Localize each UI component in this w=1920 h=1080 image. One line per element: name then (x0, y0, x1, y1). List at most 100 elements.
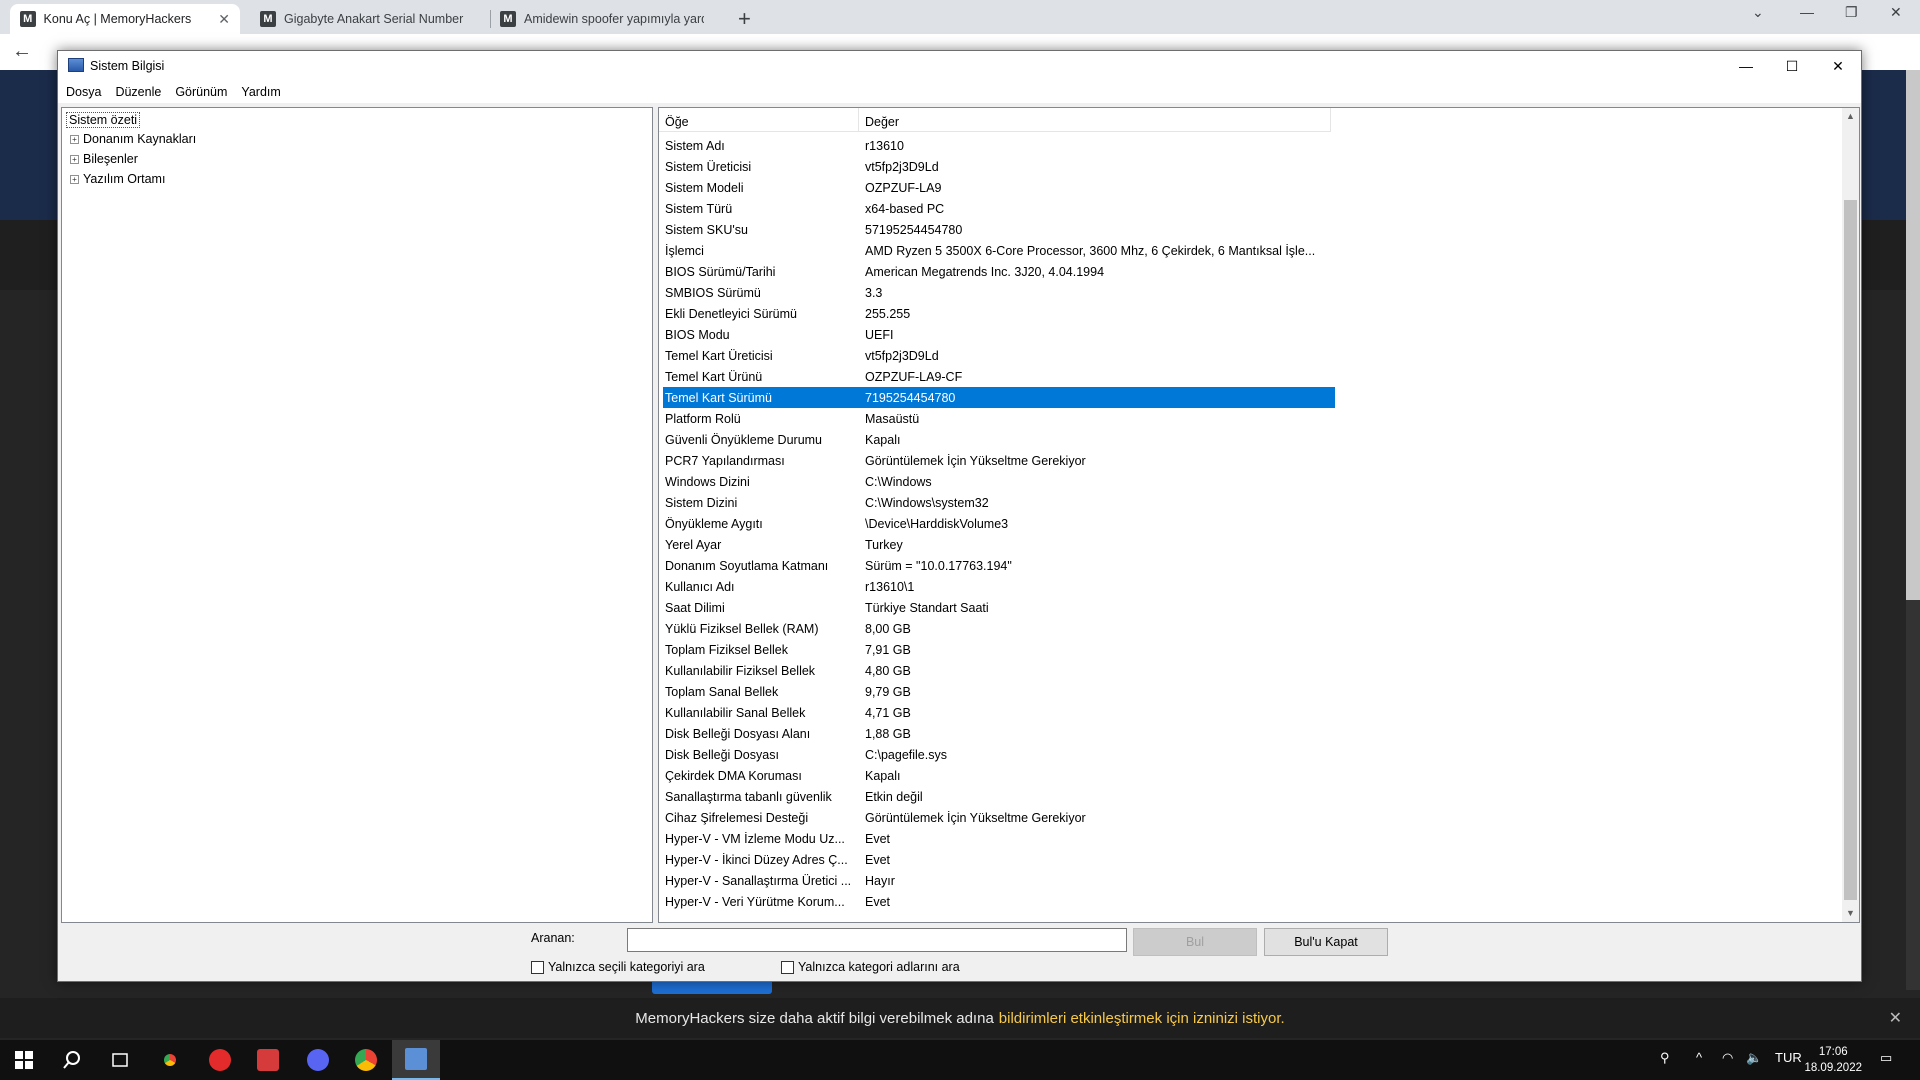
task-view-button[interactable] (96, 1040, 144, 1080)
scrollbar-thumb[interactable] (1844, 200, 1857, 900)
browser-minimize-icon[interactable]: — (1800, 4, 1814, 20)
table-row[interactable]: Yüklü Fiziksel Bellek (RAM) 8,00 GB (663, 618, 1335, 639)
table-row[interactable]: Toplam Sanal Bellek 9,79 GB (663, 681, 1335, 702)
table-row[interactable]: Çekirdek DMA Koruması Kapalı (663, 765, 1335, 786)
minimize-button[interactable]: — (1723, 51, 1769, 81)
table-row[interactable]: Temel Kart Ürünü OZPZUF-LA9-CF (663, 366, 1335, 387)
checkbox[interactable] (531, 960, 544, 974)
table-row[interactable]: Cihaz Şifrelemesi Desteği Görüntülemek İç… (663, 807, 1335, 828)
browser-tab-memoryhackers[interactable]: M Konu Aç | MemoryHackers ✕ (10, 4, 240, 34)
row-item-name: Ekli Denetleyici Sürümü (665, 306, 797, 321)
chrome-taskbar-button[interactable] (342, 1040, 390, 1080)
browser-close-icon[interactable]: ✕ (1890, 4, 1902, 21)
clock[interactable]: 17:06 18.09.2022 (1804, 1044, 1862, 1076)
list-scrollbar[interactable]: ▲ ▼ (1842, 108, 1859, 922)
list-rows: Sistem Adı r13610 Sistem Üreticisi vt5fp2j3… (663, 135, 1335, 912)
table-row[interactable]: Sanallaştırma tabanlı güvenlik Etkin deği… (663, 786, 1335, 807)
table-row[interactable]: Hyper-V - Sanallaştırma Üretici ... Hayır (663, 870, 1335, 891)
table-row[interactable]: Platform Rolü Masaüstü (663, 408, 1335, 429)
table-row[interactable]: İşlemci AMD Ryzen 5 3500X 6-Core Processo… (663, 240, 1335, 261)
close-tab-icon[interactable]: ✕ (218, 11, 230, 28)
menu-gorunum[interactable]: Görünüm (168, 85, 234, 99)
chrome-taskbar-button[interactable] (146, 1040, 194, 1080)
table-row[interactable]: Donanım Soyutlama Katmanı Sürüm = "10.0.1… (663, 555, 1335, 576)
tab-search-icon[interactable]: ⌄ (1752, 4, 1764, 21)
browser-tab-gigabyte[interactable]: M Gigabyte Anakart Serial Number (250, 4, 485, 34)
table-row[interactable]: Kullanılabilir Fiziksel Bellek 4,80 GB (663, 660, 1335, 681)
table-row[interactable]: Sistem Adı r13610 (663, 135, 1335, 156)
table-row[interactable]: Saat Dilimi Türkiye Standart Saati (663, 597, 1335, 618)
table-row[interactable]: Önyükleme Aygıtı \Device\HarddiskVolume3 (663, 513, 1335, 534)
chrome-icon (159, 1049, 181, 1071)
row-item-name: Sistem Modeli (665, 180, 744, 195)
app-taskbar-button[interactable] (244, 1040, 292, 1080)
only-selected-category-option[interactable]: Yalnızca seçili kategoriyi ara (531, 960, 705, 974)
notification-link[interactable]: bildirimleri etkinleştirmek için izniniz… (999, 1010, 1285, 1027)
expand-icon[interactable]: + (70, 155, 79, 165)
browser-restore-icon[interactable]: ❐ (1845, 4, 1858, 21)
table-row[interactable]: Hyper-V - Veri Yürütme Korum... Evet (663, 891, 1335, 912)
expand-icon[interactable]: + (70, 175, 79, 185)
table-row[interactable]: Hyper-V - VM İzleme Modu Uz... Evet (663, 828, 1335, 849)
table-row[interactable]: Yerel Ayar Turkey (663, 534, 1335, 555)
table-row[interactable]: SMBIOS Sürümü 3.3 (663, 282, 1335, 303)
notifications-icon[interactable]: ▭ (1880, 1050, 1892, 1066)
app-taskbar-button[interactable] (196, 1040, 244, 1080)
browser-tab-title: Gigabyte Anakart Serial Number (284, 12, 464, 26)
only-category-names-option[interactable]: Yalnızca kategori adlarını ara (781, 960, 960, 974)
tree-item-components[interactable]: + Bileşenler (70, 152, 138, 166)
close-find-button[interactable]: Bul'u Kapat (1264, 928, 1388, 956)
column-header-value[interactable]: Değer (859, 108, 1331, 131)
table-row[interactable]: Sistem Modeli OZPZUF-LA9 (663, 177, 1335, 198)
back-arrow-icon[interactable]: ← (12, 40, 32, 63)
close-icon[interactable]: ✕ (1889, 1008, 1902, 1028)
find-input[interactable] (627, 928, 1127, 952)
discord-taskbar-button[interactable] (294, 1040, 342, 1080)
wifi-icon[interactable]: ◠ (1722, 1050, 1733, 1066)
table-row[interactable]: Windows Dizini C:\Windows (663, 471, 1335, 492)
table-row[interactable]: Kullanılabilir Sanal Bellek 4,71 GB (663, 702, 1335, 723)
expand-icon[interactable]: + (70, 135, 79, 145)
menu-dosya[interactable]: Dosya (58, 85, 108, 99)
language-indicator[interactable]: TUR (1775, 1050, 1802, 1065)
table-row[interactable]: Sistem Dizini C:\Windows\system32 (663, 492, 1335, 513)
chevron-up-icon[interactable]: ^ (1696, 1050, 1702, 1065)
row-item-name: Temel Kart Üreticisi (665, 348, 773, 363)
close-button[interactable]: ✕ (1815, 51, 1861, 81)
tree-item-software-environment[interactable]: + Yazılım Ortamı (70, 172, 165, 186)
maximize-button[interactable]: ☐ (1769, 51, 1815, 81)
table-row[interactable]: PCR7 Yapılandırması Görüntülemek İçin Yük… (663, 450, 1335, 471)
new-tab-icon[interactable]: + (738, 6, 751, 32)
menu-duzenle[interactable]: Düzenle (108, 85, 168, 99)
tree-item-hardware-resources[interactable]: + Donanım Kaynakları (70, 132, 196, 146)
browser-tab-amidewin[interactable]: M Amidewin spoofer yapımıyla yard (490, 4, 725, 34)
page-scrollbar-thumb[interactable] (1906, 70, 1920, 600)
table-row[interactable]: Temel Kart Sürümü 7195254454780 (663, 387, 1335, 408)
tree-item-system-summary[interactable]: Sistem özeti (66, 112, 141, 128)
checkbox[interactable] (781, 960, 794, 974)
table-row[interactable]: Toplam Fiziksel Bellek 7,91 GB (663, 639, 1335, 660)
table-row[interactable]: Disk Belleği Dosyası Alanı 1,88 GB (663, 723, 1335, 744)
table-row[interactable]: Disk Belleği Dosyası C:\pagefile.sys (663, 744, 1335, 765)
table-row[interactable]: Sistem SKU'su 57195254454780 (663, 219, 1335, 240)
row-item-value: Evet (865, 894, 891, 909)
scroll-down-icon[interactable]: ▼ (1842, 905, 1859, 922)
table-row[interactable]: Temel Kart Üreticisi vt5fp2j3D9Ld (663, 345, 1335, 366)
table-row[interactable]: Güvenli Önyükleme Durumu Kapalı (663, 429, 1335, 450)
people-icon[interactable]: ⚲ (1660, 1050, 1670, 1066)
table-row[interactable]: Kullanıcı Adı r13610\1 (663, 576, 1335, 597)
table-row[interactable]: Ekli Denetleyici Sürümü 255.255 (663, 303, 1335, 324)
scroll-up-icon[interactable]: ▲ (1842, 108, 1859, 125)
system-info-taskbar-button[interactable] (392, 1040, 440, 1080)
table-row[interactable]: Sistem Türü x64-based PC (663, 198, 1335, 219)
search-button[interactable] (48, 1040, 96, 1080)
table-row[interactable]: BIOS Modu UEFI (663, 324, 1335, 345)
volume-icon[interactable]: 🔈 (1746, 1050, 1762, 1066)
column-header-item[interactable]: Öğe (659, 108, 859, 131)
table-row[interactable]: Sistem Üreticisi vt5fp2j3D9Ld (663, 156, 1335, 177)
table-row[interactable]: Hyper-V - İkinci Düzey Adres Ç... Evet (663, 849, 1335, 870)
start-button[interactable] (0, 1040, 48, 1080)
find-button[interactable]: Bul (1133, 928, 1257, 956)
menu-yardim[interactable]: Yardım (234, 85, 287, 99)
table-row[interactable]: BIOS Sürümü/Tarihi American Megatrends In… (663, 261, 1335, 282)
